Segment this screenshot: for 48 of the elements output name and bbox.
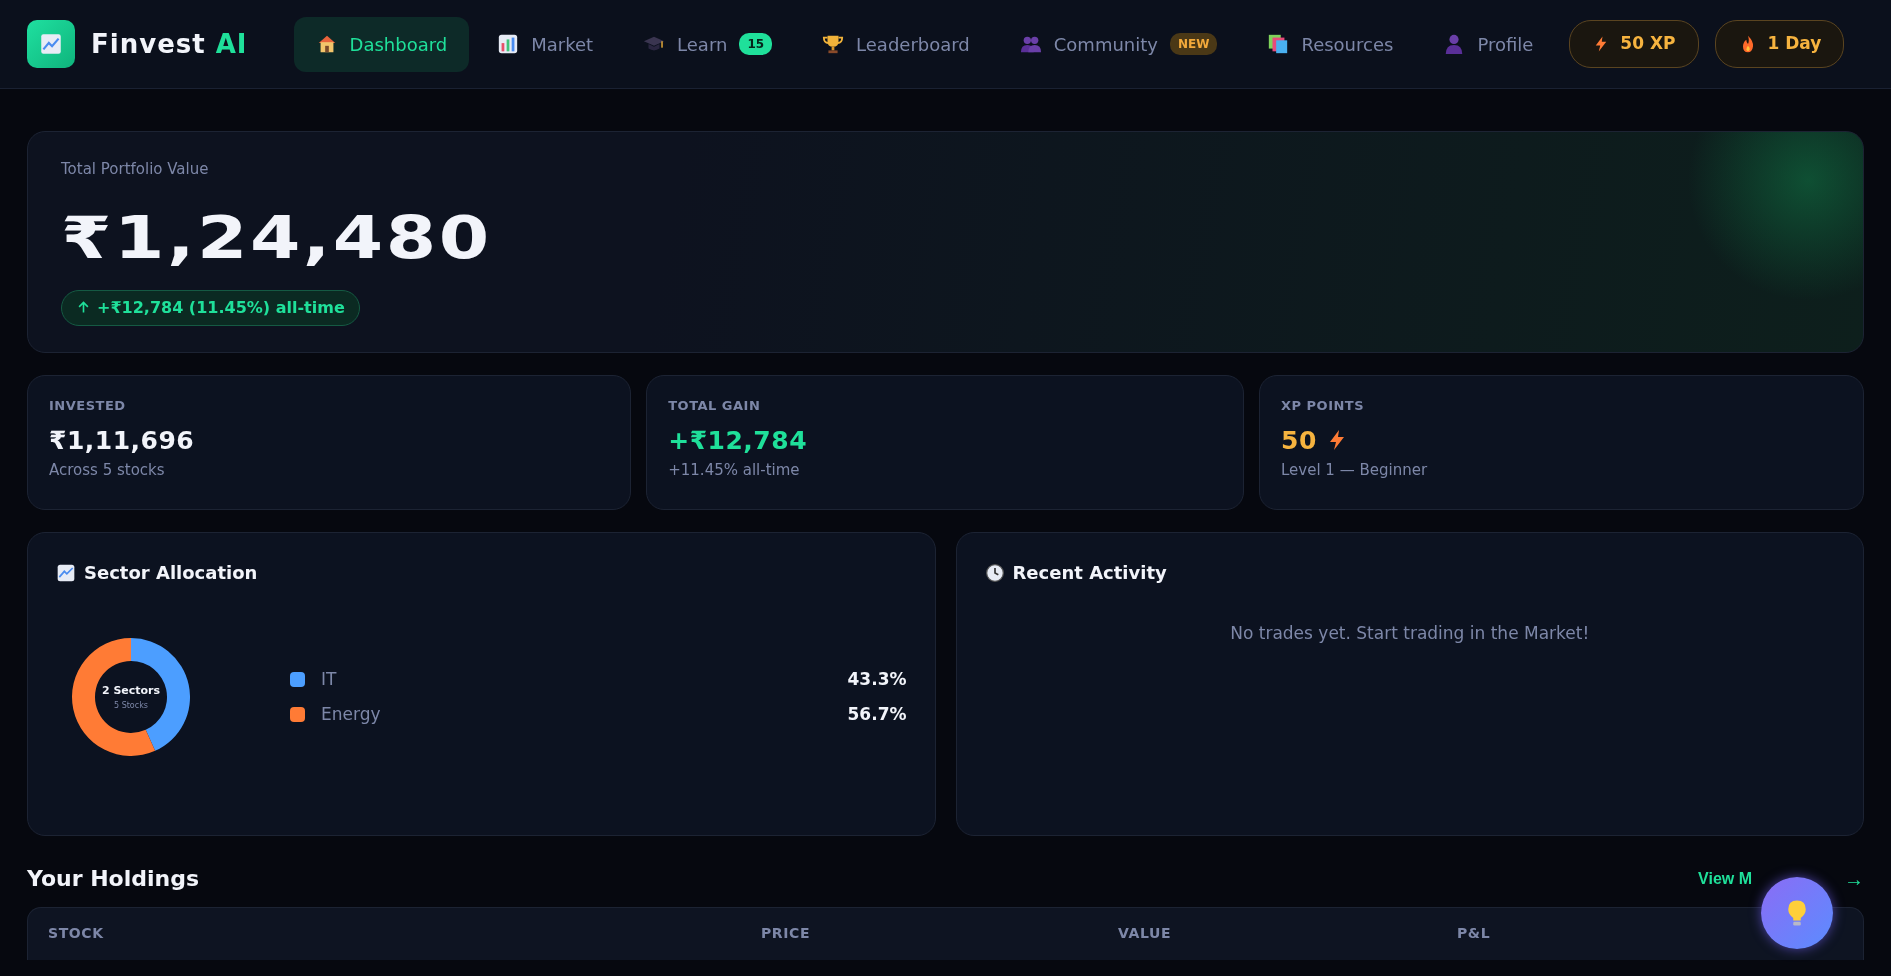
portfolio-value: ₹1,24,480 [61, 202, 492, 274]
stat-subtitle: +11.45% all-time [668, 460, 801, 481]
clock-icon [984, 562, 1005, 583]
arrow-link[interactable]: → [1844, 863, 1864, 894]
brand-name: Finvest AI [91, 27, 248, 61]
change-badge: +₹12,784 (11.45%) all-time [61, 289, 360, 326]
count-badge: 15 [739, 33, 773, 55]
column-header: VALUE [1118, 925, 1172, 941]
stat-subtitle: Level 1 — Beginner [1281, 460, 1429, 481]
legend-label: Energy [321, 703, 381, 726]
nav-tab[interactable]: Learn 15 [621, 16, 795, 72]
portfolio-label: Total Portfolio Value [61, 159, 210, 180]
xp-pill: 50 XP [1569, 20, 1699, 68]
nav-tab[interactable]: Community NEW [997, 16, 1240, 72]
panel-title: Recent Activity [1012, 561, 1167, 585]
column-header: P&L [1457, 925, 1491, 941]
panel-title: Sector Allocation [84, 561, 258, 585]
help-button[interactable] [1761, 877, 1833, 949]
stat-label: XP POINTS [1281, 397, 1366, 415]
nav-tab[interactable]: Dashboard [293, 16, 470, 72]
nav-tab[interactable]: Profile [1421, 16, 1556, 72]
column-header: STOCK [48, 925, 104, 941]
stat-value: ₹1,11,696 [49, 424, 195, 457]
empty-state-message: No trades yet. Start trading in the Market! [1229, 622, 1591, 645]
nav-tab[interactable]: Leaderboard [800, 16, 992, 72]
stat-value: 50 [1281, 424, 1317, 457]
books-icon [1267, 33, 1290, 55]
legend-value: 43.3% [847, 667, 907, 691]
streak-pill: 1 Day [1714, 20, 1845, 68]
nav-tab[interactable]: Market [475, 16, 616, 72]
stat-label: INVESTED [49, 397, 127, 415]
up-arrow-icon [76, 300, 91, 315]
view-more-link[interactable]: View M [1698, 866, 1752, 891]
legend-value: 56.7% [847, 703, 907, 726]
stat-label: TOTAL GAIN [668, 397, 762, 415]
trophy-icon [822, 33, 845, 55]
column-header: PRICE [761, 925, 811, 941]
legend-label: IT [321, 667, 337, 691]
section-title: Your Holdings [27, 865, 200, 893]
stat-subtitle: Across 5 stocks [49, 460, 166, 481]
bar-chart-icon [497, 33, 520, 55]
donut-center-subtitle: 5 Stocks [113, 699, 149, 712]
donut-center-title: 2 Sectors [101, 682, 161, 699]
stat-value: +₹12,784 [668, 424, 808, 457]
new-badge: NEW [1169, 33, 1218, 55]
nav-tab[interactable]: Resources [1245, 16, 1416, 72]
chart-icon [56, 562, 76, 583]
logo-icon [27, 20, 75, 68]
